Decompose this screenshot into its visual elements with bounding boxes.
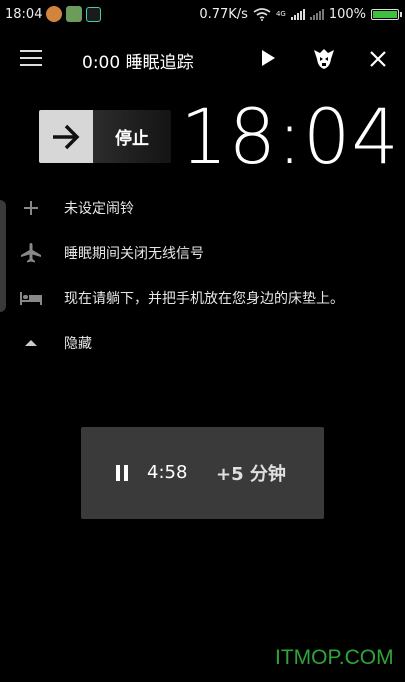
battery-percent: 100% bbox=[328, 6, 366, 22]
airplane-mode-text: 睡眠期间关闭无线信号 bbox=[64, 246, 204, 262]
bed-instruction-text: 现在请躺下，并把手机放在您身边的床垫上。 bbox=[64, 291, 344, 307]
signal-strength-2-icon bbox=[309, 8, 324, 20]
toolbar: 0:00 睡眠追踪 bbox=[0, 40, 405, 80]
alarm-row[interactable]: 未设定闹铃 bbox=[0, 193, 405, 223]
hide-row[interactable]: 隐藏 bbox=[0, 328, 405, 358]
signal-4g-icon: 4G bbox=[275, 9, 286, 18]
timer-panel: 4:58 +5 分钟 bbox=[81, 427, 324, 519]
network-speed: 0.77K/s bbox=[199, 6, 248, 22]
current-time-clock: 18:04 bbox=[180, 92, 400, 181]
page-title: 0:00 睡眠追踪 bbox=[82, 53, 194, 73]
hamburger-menu-icon[interactable] bbox=[20, 50, 42, 68]
collapse-arrow-icon bbox=[18, 330, 44, 356]
notification-app-icon bbox=[46, 6, 63, 22]
status-bar: 18:04 0.77K/s 4G 100% bbox=[0, 0, 405, 28]
close-icon[interactable] bbox=[366, 47, 390, 71]
play-icon[interactable] bbox=[262, 50, 275, 66]
notification-scan-icon bbox=[86, 6, 102, 22]
wifi-icon bbox=[253, 7, 271, 21]
stop-button[interactable]: 停止 bbox=[39, 110, 171, 163]
bed-icon bbox=[18, 285, 44, 311]
hide-label: 隐藏 bbox=[64, 336, 92, 352]
plus-icon bbox=[18, 195, 44, 221]
notification-app-icon bbox=[66, 6, 83, 22]
watermark-text: ITMOP.COM bbox=[275, 646, 394, 669]
bed-row[interactable]: 现在请躺下，并把手机放在您身边的床垫上。 bbox=[0, 283, 405, 313]
pause-icon[interactable] bbox=[116, 465, 128, 481]
battery-icon bbox=[371, 8, 402, 20]
status-right: 0.77K/s 4G 100% bbox=[199, 0, 402, 28]
airplane-icon bbox=[18, 240, 44, 266]
sleep-app-logo-icon[interactable] bbox=[312, 47, 336, 71]
add-five-minutes-button[interactable]: +5 分钟 bbox=[216, 460, 286, 486]
arrow-right-icon bbox=[39, 110, 93, 163]
airplane-row[interactable]: 睡眠期间关闭无线信号 bbox=[0, 238, 405, 268]
battery-fill bbox=[373, 10, 397, 18]
alarm-status-text: 未设定闹铃 bbox=[64, 201, 134, 217]
stop-button-label: 停止 bbox=[93, 110, 171, 163]
status-time: 18:04 bbox=[5, 6, 43, 22]
timer-countdown: 4:58 bbox=[147, 462, 188, 483]
signal-strength-icon bbox=[290, 8, 305, 20]
status-left: 18:04 bbox=[0, 6, 102, 22]
